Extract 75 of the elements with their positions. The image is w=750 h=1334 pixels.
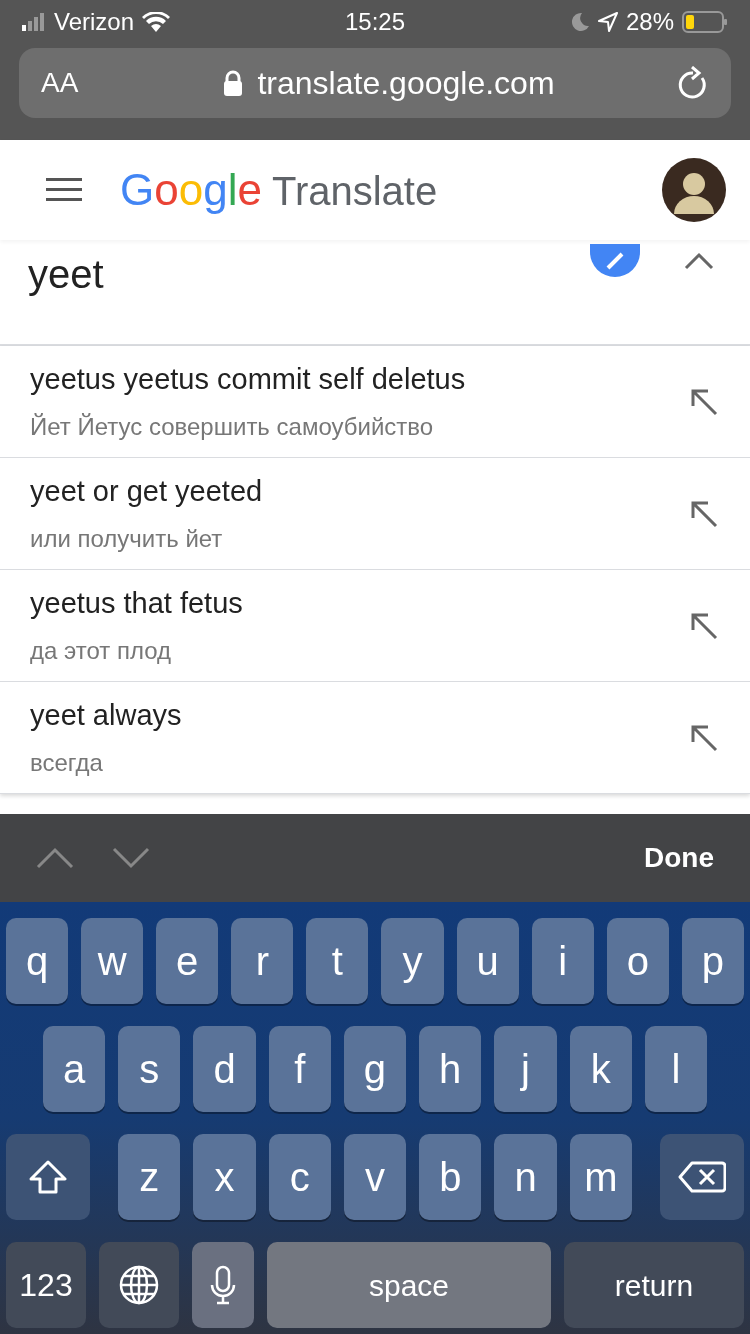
source-text-input[interactable]: yeet bbox=[28, 244, 590, 304]
letter-key[interactable]: l bbox=[644, 1026, 707, 1112]
suggestion-translation: Йет Йетус совершить самоубийство bbox=[30, 412, 435, 443]
microphone-key[interactable] bbox=[192, 1242, 254, 1328]
letter-key[interactable]: z bbox=[118, 1134, 181, 1220]
delete-key[interactable] bbox=[659, 1134, 744, 1220]
moon-icon bbox=[569, 12, 590, 32]
collapse-chevron-icon[interactable] bbox=[684, 252, 714, 270]
numbers-key[interactable]: 123 bbox=[6, 1242, 86, 1328]
signal-icon bbox=[22, 13, 46, 31]
suggestion-text: yeet or get yeeted bbox=[30, 473, 264, 509]
suggestion-item[interactable]: yeet always всегда bbox=[0, 682, 750, 794]
letter-key[interactable]: y bbox=[381, 918, 444, 1004]
letter-key[interactable]: a bbox=[43, 1026, 106, 1112]
backspace-icon bbox=[677, 1161, 726, 1193]
suggestion-translation: да этот плод bbox=[30, 636, 173, 667]
letter-key[interactable]: r bbox=[231, 918, 294, 1004]
wifi-icon bbox=[142, 12, 171, 32]
arrow-up-left-icon[interactable] bbox=[690, 723, 718, 752]
suggestion-text: yeet always bbox=[30, 697, 183, 733]
globe-icon bbox=[119, 1265, 159, 1305]
battery-icon bbox=[682, 11, 728, 33]
suggestion-translation: или получить йет bbox=[30, 524, 224, 555]
menu-icon[interactable] bbox=[46, 178, 82, 202]
text-size-button[interactable]: AA bbox=[41, 62, 101, 104]
url-text: translate.google.com bbox=[257, 64, 555, 103]
letter-key[interactable]: m bbox=[569, 1134, 632, 1220]
globe-key[interactable] bbox=[99, 1242, 179, 1328]
letter-key[interactable]: s bbox=[118, 1026, 181, 1112]
app-title: Translate bbox=[271, 168, 438, 215]
letter-key[interactable]: o bbox=[606, 918, 669, 1004]
letter-key[interactable]: x bbox=[193, 1134, 256, 1220]
google-logo: Google bbox=[120, 164, 262, 216]
letter-key[interactable]: k bbox=[569, 1026, 632, 1112]
letter-key[interactable]: g bbox=[343, 1026, 407, 1112]
microphone-icon bbox=[210, 1265, 236, 1305]
shift-arrow-icon bbox=[29, 1160, 67, 1194]
previous-field-icon[interactable] bbox=[36, 847, 74, 869]
letter-key[interactable]: v bbox=[343, 1134, 407, 1220]
clock-time: 15:25 bbox=[344, 7, 406, 37]
letter-key[interactable]: q bbox=[6, 918, 69, 1004]
letter-key[interactable]: c bbox=[268, 1134, 331, 1220]
letter-key[interactable]: n bbox=[494, 1134, 557, 1220]
location-arrow-icon bbox=[597, 12, 618, 32]
shift-key[interactable] bbox=[6, 1134, 90, 1220]
letter-key[interactable]: t bbox=[306, 918, 369, 1004]
done-button[interactable]: Done bbox=[644, 837, 714, 879]
suggestion-text: yeetus that fetus bbox=[30, 585, 244, 621]
suggestion-item[interactable]: yeetus yeetus commit self deletus Йет Йетус совершить самоубийство bbox=[0, 346, 750, 458]
letter-key[interactable]: f bbox=[268, 1026, 331, 1112]
suggestion-item[interactable]: yeetus that fetus да этот плод bbox=[0, 570, 750, 682]
avatar[interactable] bbox=[662, 158, 726, 222]
arrow-up-left-icon[interactable] bbox=[690, 611, 718, 640]
return-key[interactable]: return bbox=[564, 1242, 744, 1328]
lock-icon bbox=[223, 70, 244, 96]
letter-key[interactable]: j bbox=[494, 1026, 557, 1112]
suggestion-text: yeetus yeetus commit self deletus bbox=[30, 361, 467, 397]
next-field-icon[interactable] bbox=[112, 847, 150, 869]
letter-key[interactable]: p bbox=[681, 918, 744, 1004]
letter-key[interactable]: u bbox=[456, 918, 519, 1004]
arrow-up-left-icon[interactable] bbox=[690, 499, 718, 528]
space-key[interactable]: space bbox=[267, 1242, 551, 1328]
letter-key[interactable]: i bbox=[531, 918, 594, 1004]
letter-key[interactable]: h bbox=[419, 1026, 482, 1112]
letter-key[interactable]: e bbox=[156, 918, 219, 1004]
letter-key[interactable]: d bbox=[193, 1026, 256, 1112]
letter-key[interactable]: w bbox=[81, 918, 144, 1004]
battery-percent: 28% bbox=[625, 7, 674, 37]
address-bar[interactable]: AA translate.google.com bbox=[19, 48, 731, 118]
arrow-up-left-icon[interactable] bbox=[690, 387, 718, 416]
letter-key[interactable]: b bbox=[419, 1134, 482, 1220]
reload-icon[interactable] bbox=[677, 66, 709, 100]
suggestion-item[interactable]: yeet or get yeeted или получить йет bbox=[0, 458, 750, 570]
suggestion-translation: всегда bbox=[30, 748, 104, 779]
carrier-name: Verizon bbox=[54, 7, 135, 37]
